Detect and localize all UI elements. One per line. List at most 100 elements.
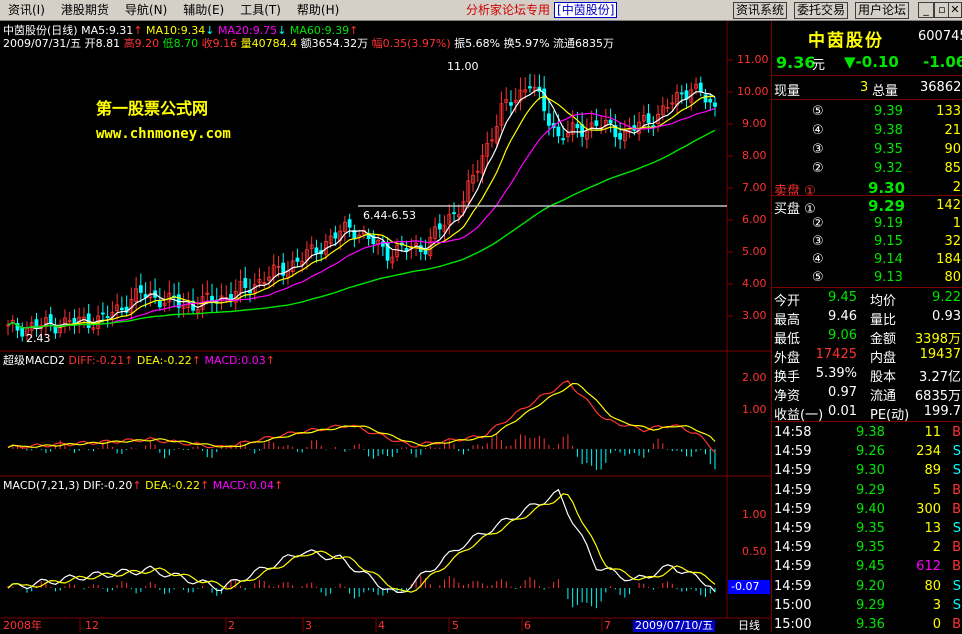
tick-price: 9.36	[856, 617, 885, 632]
sell-volume: 90	[944, 142, 961, 157]
macd2-dea: DEA:-0.22	[136, 354, 192, 367]
tick-row: 14:59 9.35 13 S	[772, 519, 962, 538]
stat-value: 0.97	[828, 385, 857, 400]
sell-level-row[interactable]: ⑤ 9.39 133	[772, 102, 962, 121]
trade-button[interactable]: 委托交易	[794, 2, 849, 19]
tick-price: 9.38	[856, 425, 885, 440]
menu-info[interactable]: 资讯(I)	[0, 0, 53, 21]
menu-hk-futures[interactable]: 港股期货	[53, 0, 117, 21]
buy-level: ④	[812, 252, 824, 267]
date-axis-label: 4	[378, 619, 385, 632]
main-header-line2: 2009/07/31/五 开8.81 高9.20 低8.70 收9.16 量40…	[3, 38, 614, 50]
price-axis-label: 10.00	[737, 85, 769, 98]
total-vol-label: 总量	[872, 84, 899, 99]
sell-level: ⑤	[812, 104, 824, 119]
tick-time: 14:59	[774, 578, 812, 594]
macd-title: MACD(7,21,3)	[3, 479, 80, 492]
current-vol-label: 现量	[774, 84, 801, 99]
range-annotation: 6.44-6.53	[363, 209, 416, 222]
sell-price: 9.38	[874, 123, 903, 138]
watermark-url: www.chnmoney.com	[96, 126, 231, 142]
price-axis-label: 11.00	[737, 53, 769, 66]
bar-high: 高9.20	[123, 37, 160, 50]
ma5-label: MA5:9.31	[81, 24, 134, 37]
buy-level-row[interactable]: ⑤ 9.13 80	[772, 268, 962, 287]
buy-level-row[interactable]: ③ 9.15 32	[772, 232, 962, 251]
sell-price: 9.35	[874, 142, 903, 157]
tick-side: B	[952, 559, 961, 575]
macd2-dea-line	[7, 382, 716, 448]
user-forum-button[interactable]: 用户论坛	[855, 2, 910, 19]
sell-level-row[interactable]: ② 9.32 85	[772, 159, 962, 178]
tick-row: 14:59 9.20 80 S	[772, 577, 962, 596]
tick-side: B	[952, 540, 961, 556]
tick-row: 15:00 9.36 0 B	[772, 615, 962, 634]
sell-level-row[interactable]: ④ 9.38 21	[772, 121, 962, 140]
sell-level-row[interactable]: ③ 9.35 90	[772, 140, 962, 159]
macd-dea-line	[7, 493, 716, 593]
sell-volume: 21	[944, 123, 961, 138]
tick-side: S	[952, 597, 961, 613]
tick-side: S	[952, 463, 961, 479]
tick-time: 14:58	[774, 425, 812, 440]
tick-row: 14:59 9.29 5 B	[772, 481, 962, 500]
buy-volume: 142	[936, 198, 961, 213]
buy-level: ②	[812, 216, 824, 231]
tick-side: B	[952, 617, 961, 632]
price-row: 9.36 元 ▼-0.10 -1.06	[772, 53, 962, 73]
stock-name-row: 中茵股份 600745	[772, 26, 962, 51]
candle-body	[713, 102, 717, 107]
tick-row: 14:59 9.30 89 S	[772, 461, 962, 480]
stat-row: 最低 9.06 金额 3398万	[772, 326, 962, 347]
stock-code: 600745	[918, 29, 962, 44]
stat-value: 0.01	[828, 404, 857, 419]
sell-level: ②	[812, 161, 824, 176]
date-axis-label: 5	[452, 619, 459, 632]
period-label: 日线	[738, 619, 760, 632]
candle-body	[437, 223, 442, 230]
tick-price: 9.45	[856, 559, 885, 575]
close-icon[interactable]: ✕	[948, 2, 962, 18]
stat-value: 199.7	[923, 404, 961, 419]
bar-close: 收9.16	[201, 37, 238, 50]
candle-body	[547, 113, 551, 126]
candle-body	[333, 232, 338, 239]
sell-volume: 2	[952, 180, 961, 195]
tick-row: 14:59 9.45 612 B	[772, 557, 962, 576]
tick-volume: 80	[924, 578, 941, 594]
tick-side: S	[952, 521, 961, 536]
minimize-icon[interactable]: _	[918, 2, 934, 18]
candle-body	[708, 98, 713, 103]
sell-price: 9.39	[874, 104, 903, 119]
stat-value: 0.93	[932, 309, 961, 324]
tick-volume: 3	[932, 597, 941, 613]
main-header-line1: 中茵股份(日线) MA5:9.31↑ MA10:9.34↓ MA20:9.75↓…	[3, 24, 359, 37]
menu-help[interactable]: 帮助(H)	[289, 0, 347, 21]
candle-body	[556, 126, 561, 137]
menu-assist[interactable]: 辅助(E)	[175, 0, 232, 21]
low-annotation: 2.43	[26, 332, 51, 345]
stat-value: 9.46	[828, 309, 857, 324]
sell-level: ③	[812, 142, 824, 157]
buy-level-row[interactable]: 买盘 ① 9.29 142	[772, 196, 962, 217]
candle-body	[608, 119, 613, 124]
price-axis-label: 8.00	[742, 149, 767, 162]
candle-body	[243, 278, 248, 288]
macd-dif-line	[7, 488, 716, 593]
tick-time: 14:59	[774, 463, 812, 479]
buy-level-row[interactable]: ② 9.19 1	[772, 214, 962, 233]
buy-price: 9.15	[874, 234, 903, 249]
buy-volume: 32	[944, 234, 961, 249]
buy-level-row[interactable]: ④ 9.14 184	[772, 250, 962, 269]
candle-body	[157, 299, 162, 308]
menu-tools[interactable]: 工具(T)	[232, 0, 289, 21]
tick-time: 15:00	[774, 617, 812, 632]
watermark-title: 第一股票公式网	[96, 99, 209, 118]
info-system-button[interactable]: 资讯系统	[733, 2, 788, 19]
candle-body	[575, 123, 580, 129]
stock-name: 中茵股份	[808, 31, 884, 51]
tick-price: 9.29	[856, 597, 885, 613]
candle-body	[72, 318, 77, 325]
macd-dea: DEA:-0.22	[145, 479, 201, 492]
menu-navigate[interactable]: 导航(N)	[117, 0, 175, 21]
